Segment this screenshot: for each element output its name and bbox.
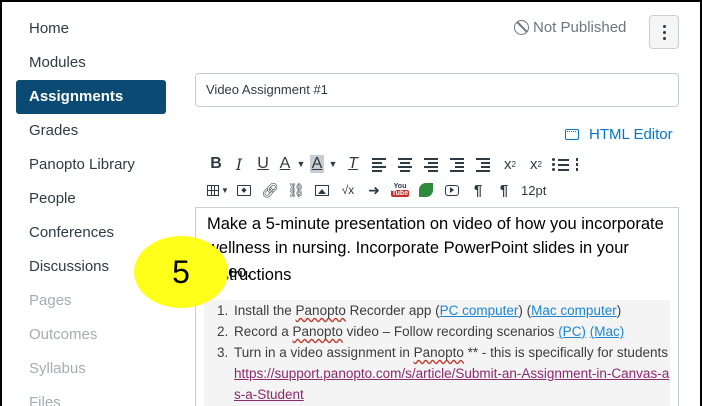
text-color-dropdown-icon[interactable]: ▼ [295,153,307,175]
not-published-icon [514,20,529,35]
youtube-icon[interactable]: You Tube [387,179,413,201]
sidebar-item-grades[interactable]: Grades [16,114,166,148]
more-options-button[interactable] [649,15,679,49]
italic-button[interactable]: I [227,153,251,175]
html-editor-label: HTML Editor [589,126,673,143]
list-item: Turn in a video assignment in Panopto **… [232,342,670,405]
align-center-icon[interactable] [393,153,419,175]
superscript-button[interactable]: x2 [497,153,523,175]
font-size-select[interactable]: 12pt [521,179,546,201]
ltr-direction-icon[interactable]: ¶ [465,179,491,201]
table-icon[interactable]: ▼ [205,179,231,201]
canvas-assignment-editor: Home Modules Assignments Grades Panopto … [0,0,702,406]
assignment-title-input[interactable]: Video Assignment #1 [195,73,679,107]
sidebar-item-people[interactable]: People [16,182,166,216]
rtl-direction-icon[interactable]: ¶ [491,179,517,201]
sidebar-item-panopto-library[interactable]: Panopto Library [16,148,166,182]
mac-scenario-link[interactable]: (Mac) [590,324,625,339]
superscript-glyph: x [504,155,512,173]
record-media-icon[interactable] [439,179,465,201]
link-icon[interactable]: 🔗︎ [257,179,283,201]
youtube-top-label: You [393,183,407,190]
html-editor-toggle[interactable]: HTML Editor [565,126,673,143]
kebab-dot-icon [662,30,666,34]
background-color-dropdown-icon[interactable]: ▼ [327,153,339,175]
indent-icon[interactable] [471,153,497,175]
list-item: Install the Panopto Recorder app (PC com… [232,300,670,321]
instructions-list: Install the Panopto Recorder app (PC com… [204,300,670,405]
sidebar-item-outcomes[interactable]: Outcomes [16,318,166,352]
bold-button[interactable]: B [205,153,227,175]
underline-button[interactable]: U [251,153,275,175]
keyboard-icon [565,129,579,140]
pc-scenario-link[interactable]: (PC) [558,324,586,339]
subscript-glyph: x [530,155,538,173]
kebab-dot-icon [662,24,666,28]
sidebar-item-modules[interactable]: Modules [16,46,166,80]
math-equation-icon[interactable]: √x [335,179,361,201]
editor-toolbar-row-1: B I U A ▼ A ▼ T x2 x2 [205,153,597,175]
mac-computer-link[interactable]: Mac computer [531,303,617,318]
publish-status-label: Not Published [533,19,627,36]
media-embed-icon[interactable]: ◆ [231,179,257,201]
text-color-button[interactable]: A [275,153,295,175]
align-left-icon[interactable] [367,153,393,175]
rich-content-editor-body[interactable]: Make a 5-minute presentation on video of… [195,207,679,406]
outdent-icon[interactable] [445,153,471,175]
unlink-icon[interactable]: ⛓︎ [283,179,309,201]
panopto-icon[interactable] [413,179,439,201]
sidebar-item-home[interactable]: Home [16,12,166,46]
sidebar-item-files[interactable]: Files [16,386,166,406]
background-color-glyph: A [309,155,325,173]
pc-computer-link[interactable]: PC computer [440,303,519,318]
youtube-bottom-label: Tube [390,190,410,197]
subscript-button[interactable]: x2 [523,153,549,175]
submit-assignment-support-link[interactable]: https://support.panopto.com/s/article/Su… [234,366,669,402]
kebab-dot-icon [662,36,666,40]
instructions-list-box: Install the Panopto Recorder app (PC com… [204,300,670,406]
table-grid-icon [207,184,220,196]
background-color-button[interactable]: A [307,153,327,175]
course-nav-sidebar: Home Modules Assignments Grades Panopto … [16,12,166,406]
sidebar-item-assignments[interactable]: Assignments [16,80,166,114]
list-item: Record a Panopto video – Follow recordin… [232,321,670,342]
sidebar-item-conferences[interactable]: Conferences [16,216,166,250]
numbered-list-icon[interactable] [573,153,597,175]
publish-status: Not Published [514,19,626,36]
lti-tool-icon[interactable]: ➜ [361,179,387,201]
editor-toolbar-row-2: ▼ ◆ 🔗︎ ⛓︎ √x ➜ You Tube ¶ ¶ 12pt [205,179,546,201]
bullet-list-icon[interactable] [549,153,573,175]
image-icon[interactable] [309,179,335,201]
align-right-icon[interactable] [419,153,445,175]
step-number-callout: 5 [134,236,228,308]
clear-formatting-button[interactable]: T [339,153,367,175]
sidebar-item-syllabus[interactable]: Syllabus [16,352,166,386]
